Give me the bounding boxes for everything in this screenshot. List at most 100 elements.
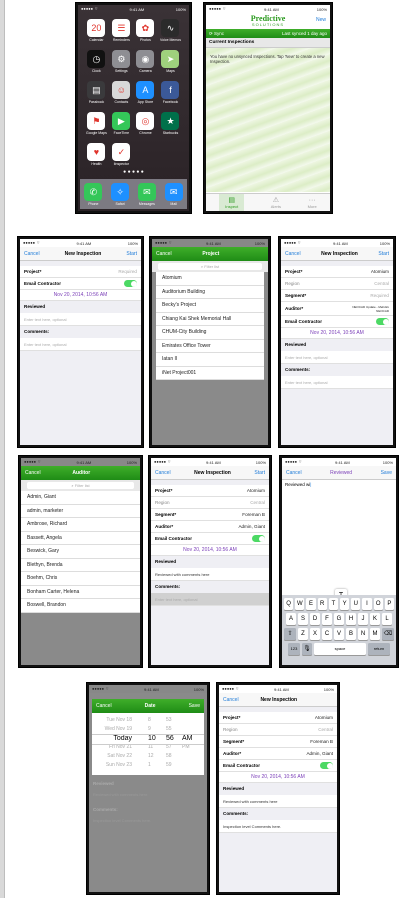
comments-field[interactable]: Enter text here, optional	[281, 376, 393, 389]
app-camera[interactable]: ◉ Camera	[136, 50, 155, 73]
inspection-date[interactable]: Nov 20, 2014, 10:56 AM	[219, 772, 337, 783]
list-item[interactable]: Ambrose, Richard	[21, 518, 140, 532]
dock-safari[interactable]: ✧ Safari	[111, 182, 130, 206]
wheel-day[interactable]: Tue Nov 18	[106, 717, 132, 723]
list-item[interactable]: iNet Project001	[156, 366, 264, 380]
auditor-row[interactable]: Auditor* NEOCAD Update - Mehdi/o NEOCAD	[281, 302, 393, 316]
project-row[interactable]: Project* Atomium	[151, 485, 269, 497]
app-facebook[interactable]: f Facebook	[160, 81, 181, 104]
email-contractor-toggle[interactable]	[252, 535, 265, 542]
cancel-button[interactable]: Cancel	[223, 697, 239, 703]
return-key[interactable]: return	[368, 643, 390, 655]
cancel-button[interactable]: Cancel	[25, 470, 41, 476]
key-g[interactable]: G	[334, 613, 344, 625]
comments-field[interactable]: Inspection level Comments here.	[219, 820, 337, 833]
app-passbook[interactable]: ▤ Passbook	[86, 81, 107, 104]
app-reminders[interactable]: ☰ Reminders	[112, 19, 131, 42]
list-item[interactable]: Chiang Kai Shek Memorial Hall	[156, 312, 264, 326]
key-v[interactable]: V	[334, 628, 344, 640]
start-button[interactable]: Start	[254, 470, 265, 476]
list-item[interactable]: Bonham Carter, Helena	[21, 585, 140, 599]
space-key[interactable]: space	[314, 643, 366, 655]
auditor-row[interactable]: Auditor* Admin, Giant	[151, 521, 269, 533]
app-maps[interactable]: ➤ Maps	[160, 50, 181, 73]
comments-field[interactable]: Enter text here, optional	[20, 338, 141, 351]
project-row[interactable]: Project* Atomium	[281, 266, 393, 278]
list-item[interactable]: Auditorium Building	[156, 285, 264, 299]
key-b[interactable]: B	[346, 628, 356, 640]
sync-button[interactable]: ⟳ Sync	[209, 31, 224, 37]
start-button[interactable]: Start	[126, 251, 137, 257]
app-voice-memos[interactable]: ∿ Voice Memos	[160, 19, 181, 42]
tab-alerts[interactable]: ⚠ Alerts	[271, 196, 281, 209]
date-wheel[interactable]: Tue Nov 18 8 53 Wed Nov 19 9 55 Today 10 56 AM Fri…	[92, 713, 204, 775]
list-item[interactable]: Iatan II	[156, 353, 264, 367]
reviewed-field[interactable]: Enter text here, optional	[20, 313, 141, 326]
dock-phone[interactable]: ✆ Phone	[84, 182, 103, 206]
app-contacts[interactable]: ☺ Contacts	[112, 81, 131, 104]
wheel-day[interactable]: Sun Nov 23	[106, 762, 132, 768]
key-m[interactable]: M	[370, 628, 380, 640]
reviewed-field[interactable]: Enter text here, optional	[281, 351, 393, 364]
app-chrome[interactable]: ◎ Chrome	[136, 112, 155, 135]
numbers-key[interactable]: 123	[288, 643, 300, 655]
app-google-maps[interactable]: ⚑ Google Maps	[86, 112, 107, 135]
key-i[interactable]: I	[362, 598, 372, 610]
new-inspection-button[interactable]: New	[316, 17, 326, 23]
email-contractor-toggle[interactable]	[320, 762, 333, 769]
wheel-day[interactable]: Wed Nov 19	[105, 726, 132, 732]
save-button[interactable]: Save	[381, 470, 392, 476]
inspection-date[interactable]: Nov 20, 2014, 10:56 AM	[20, 290, 141, 301]
auditor-row[interactable]: Auditor* Admin, Giant	[219, 748, 337, 760]
start-button[interactable]: Start	[378, 251, 389, 257]
dock-messages[interactable]: ✉ Messages	[137, 182, 156, 206]
project-row[interactable]: Project* Required	[20, 266, 141, 278]
list-item[interactable]: CHUM-City Building	[156, 326, 264, 340]
wheel-hour[interactable]: 9	[148, 726, 151, 732]
key-a[interactable]: A	[286, 613, 296, 625]
cancel-button[interactable]: Cancel	[285, 251, 301, 257]
segment-row[interactable]: Segment* Foreman B	[151, 509, 269, 521]
project-row[interactable]: Project* Atomium	[219, 712, 337, 724]
backspace-icon[interactable]: ⌫	[382, 628, 394, 640]
reviewed-textarea[interactable]: Reviewed wi|	[282, 480, 396, 489]
key-o[interactable]: O	[373, 598, 383, 610]
list-item[interactable]: Blethyn, Brenda	[21, 558, 140, 572]
key-z[interactable]: Z	[298, 628, 308, 640]
app-starbucks[interactable]: ★ Starbucks	[160, 112, 181, 135]
key-t[interactable]: T	[328, 598, 338, 610]
key-j[interactable]: J	[358, 613, 368, 625]
cancel-button[interactable]: Cancel	[286, 470, 302, 476]
wheel-hour[interactable]: 12	[148, 753, 154, 759]
cancel-button[interactable]: Cancel	[156, 251, 172, 257]
tab-inspect[interactable]: ▤ Inspect	[219, 194, 245, 211]
email-contractor-toggle[interactable]	[376, 318, 389, 325]
app-settings[interactable]: ⚙ Settings	[112, 50, 131, 73]
app-photos[interactable]: ✿ Photos	[136, 19, 155, 42]
list-item[interactable]: Beswick, Gary	[21, 545, 140, 559]
key-q[interactable]: Q	[283, 598, 294, 610]
wheel-day[interactable]: Sat Nov 22	[107, 753, 132, 759]
reviewed-field[interactable]: Reviewed with comments here	[219, 795, 337, 808]
key-y[interactable]: Y	[340, 598, 350, 610]
cancel-button[interactable]: Cancel	[24, 251, 40, 257]
wheel-minute[interactable]: 58	[166, 753, 172, 759]
comments-field[interactable]: Enter text here, optional	[151, 593, 269, 606]
list-item[interactable]: Atomium	[156, 272, 264, 286]
dock-mail[interactable]: ✉ Mail	[164, 182, 183, 206]
list-item[interactable]: Boswell, Brandon	[21, 599, 140, 613]
key-h[interactable]: H	[346, 613, 356, 625]
key-s[interactable]: S	[298, 613, 308, 625]
key-k[interactable]: K	[370, 613, 380, 625]
save-button[interactable]: Save	[189, 703, 200, 709]
key-c[interactable]: C	[322, 628, 332, 640]
segment-row[interactable]: Segment* Required	[281, 290, 393, 302]
key-f[interactable]: F	[322, 613, 332, 625]
key-r[interactable]: R	[317, 598, 327, 610]
app-health[interactable]: ♥ Health	[86, 143, 107, 166]
list-item[interactable]: Bassett, Angela	[21, 531, 140, 545]
key-w[interactable]: W	[295, 598, 305, 610]
app-clock[interactable]: ◷ Clock	[86, 50, 107, 73]
app-iinspector[interactable]: ✓ iInspector	[112, 143, 131, 166]
key-d[interactable]: D	[310, 613, 320, 625]
